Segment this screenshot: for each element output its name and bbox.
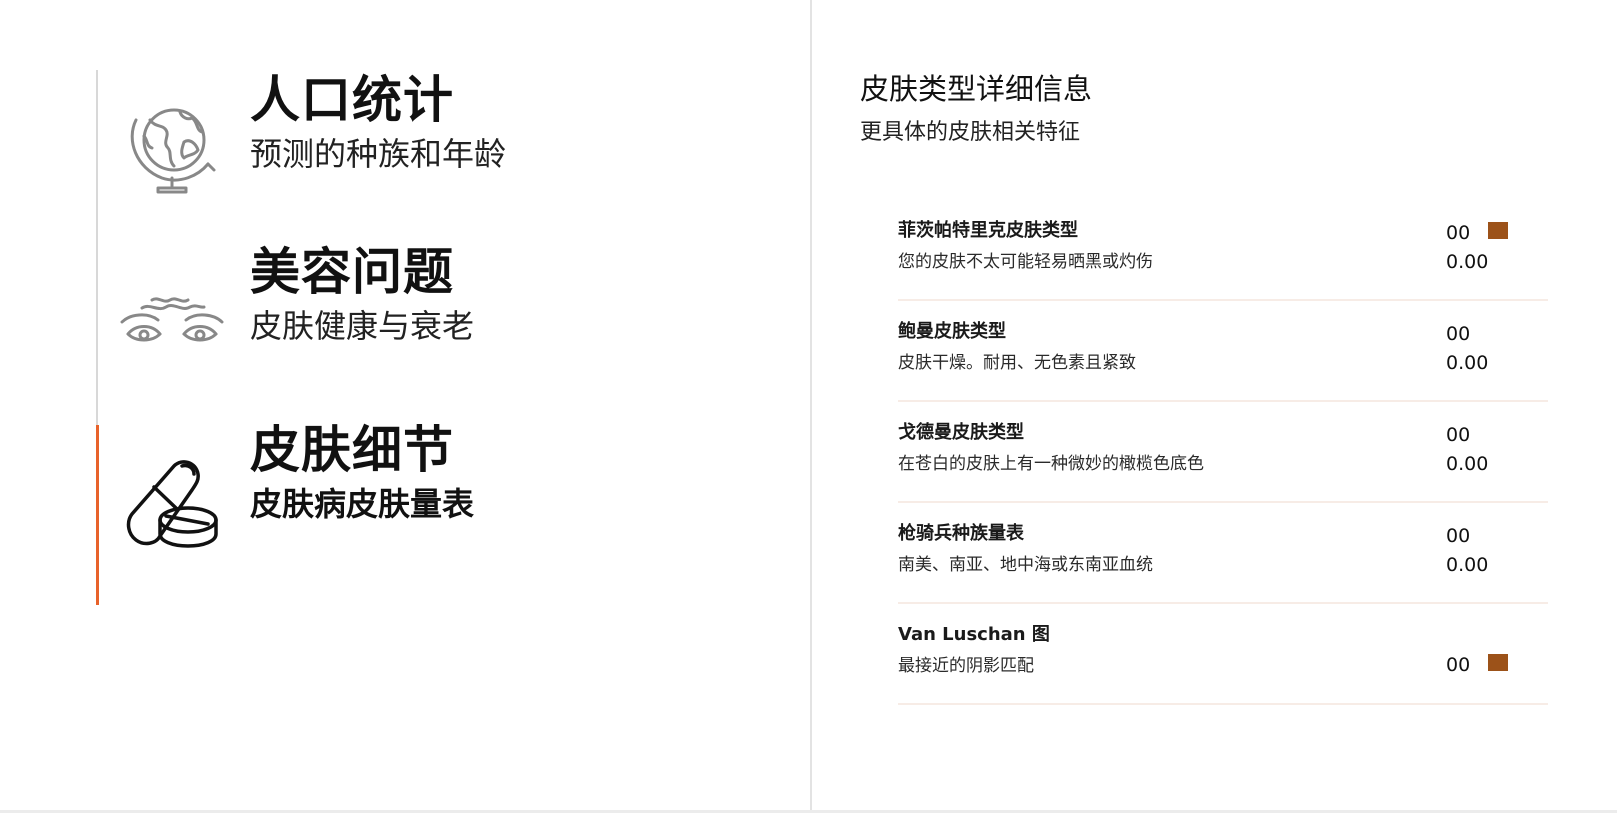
skin-analysis-page: 人口统计 预测的种族和年龄 美容问题 皮肤健康与衰老 皮肤细节 皮肤病皮肤量表 … <box>0 0 1617 813</box>
globe-icon <box>122 98 222 198</box>
skin-type-score: 0.00 <box>1446 453 1489 475</box>
skin-type-list: 菲茨帕特里克皮肤类型 您的皮肤不太可能轻易晒黑或灼伤 00 0.00 鲍曼皮肤类… <box>898 200 1548 705</box>
skin-type-score: 0.00 <box>1446 352 1489 374</box>
nav-item-cosmetic-concerns[interactable]: 美容问题 皮肤健康与衰老 <box>100 240 700 405</box>
skin-type-name: 枪骑兵种族量表 <box>898 523 1024 544</box>
skin-type-code: 00 <box>1446 654 1471 676</box>
category-nav: 人口统计 预测的种族和年龄 美容问题 皮肤健康与衰老 皮肤细节 皮肤病皮肤量表 <box>0 0 810 813</box>
skin-color-swatch <box>1488 222 1508 239</box>
nav-subtitle: 预测的种族和年龄 <box>250 135 507 173</box>
skin-type-description: 皮肤干燥。耐用、无色素且紧致 <box>898 353 1136 373</box>
section-title: 皮肤类型详细信息 <box>860 72 1093 106</box>
skin-type-score: 0.00 <box>1446 251 1489 273</box>
skin-type-code: 00 <box>1446 222 1471 244</box>
nav-rail-active-indicator <box>96 425 99 605</box>
skin-type-name: 戈德曼皮肤类型 <box>898 422 1024 443</box>
nav-item-skin-details[interactable]: 皮肤细节 皮肤病皮肤量表 <box>100 418 700 583</box>
nav-title: 美容问题 <box>250 243 454 301</box>
skin-type-description: 在苍白的皮肤上有一种微妙的橄榄色底色 <box>898 454 1204 474</box>
skin-type-description: 您的皮肤不太可能轻易晒黑或灼伤 <box>898 252 1153 272</box>
skin-type-name: 鲍曼皮肤类型 <box>898 321 1006 342</box>
skin-type-code: 00 <box>1446 525 1471 547</box>
skin-row-fitzpatrick: 菲茨帕特里克皮肤类型 您的皮肤不太可能轻易晒黑或灼伤 00 0.00 <box>898 200 1548 301</box>
skin-row-baumann: 鲍曼皮肤类型 皮肤干燥。耐用、无色素且紧致 00 0.00 <box>898 301 1548 402</box>
pills-icon <box>124 454 220 550</box>
skin-type-description: 最接近的阴影匹配 <box>898 656 1034 676</box>
skin-row-van-luschan: Van Luschan 图 最接近的阴影匹配 00 <box>898 604 1548 705</box>
skin-type-name: Van Luschan 图 <box>898 624 1050 645</box>
nav-subtitle: 皮肤健康与衰老 <box>250 307 475 345</box>
skin-type-description: 南美、南亚、地中海或东南亚血统 <box>898 555 1153 575</box>
skin-type-code: 00 <box>1446 424 1471 446</box>
nav-subtitle: 皮肤病皮肤量表 <box>250 485 475 523</box>
skin-type-name: 菲茨帕特里克皮肤类型 <box>898 220 1078 241</box>
skin-type-score: 0.00 <box>1446 554 1489 576</box>
nav-item-demographics[interactable]: 人口统计 预测的种族和年龄 <box>100 68 700 233</box>
skin-type-details-panel: 皮肤类型详细信息 更具体的皮肤相关特征 菲茨帕特里克皮肤类型 您的皮肤不太可能轻… <box>812 0 1617 810</box>
skin-row-lancer: 枪骑兵种族量表 南美、南亚、地中海或东南亚血统 00 0.00 <box>898 503 1548 604</box>
nav-title: 皮肤细节 <box>250 421 454 479</box>
section-subtitle: 更具体的皮肤相关特征 <box>860 120 1081 145</box>
eyes-wrinkles-icon <box>120 290 224 360</box>
nav-title: 人口统计 <box>250 71 454 129</box>
skin-color-swatch <box>1488 654 1508 671</box>
skin-row-goldman: 戈德曼皮肤类型 在苍白的皮肤上有一种微妙的橄榄色底色 00 0.00 <box>898 402 1548 503</box>
skin-type-code: 00 <box>1446 323 1471 345</box>
